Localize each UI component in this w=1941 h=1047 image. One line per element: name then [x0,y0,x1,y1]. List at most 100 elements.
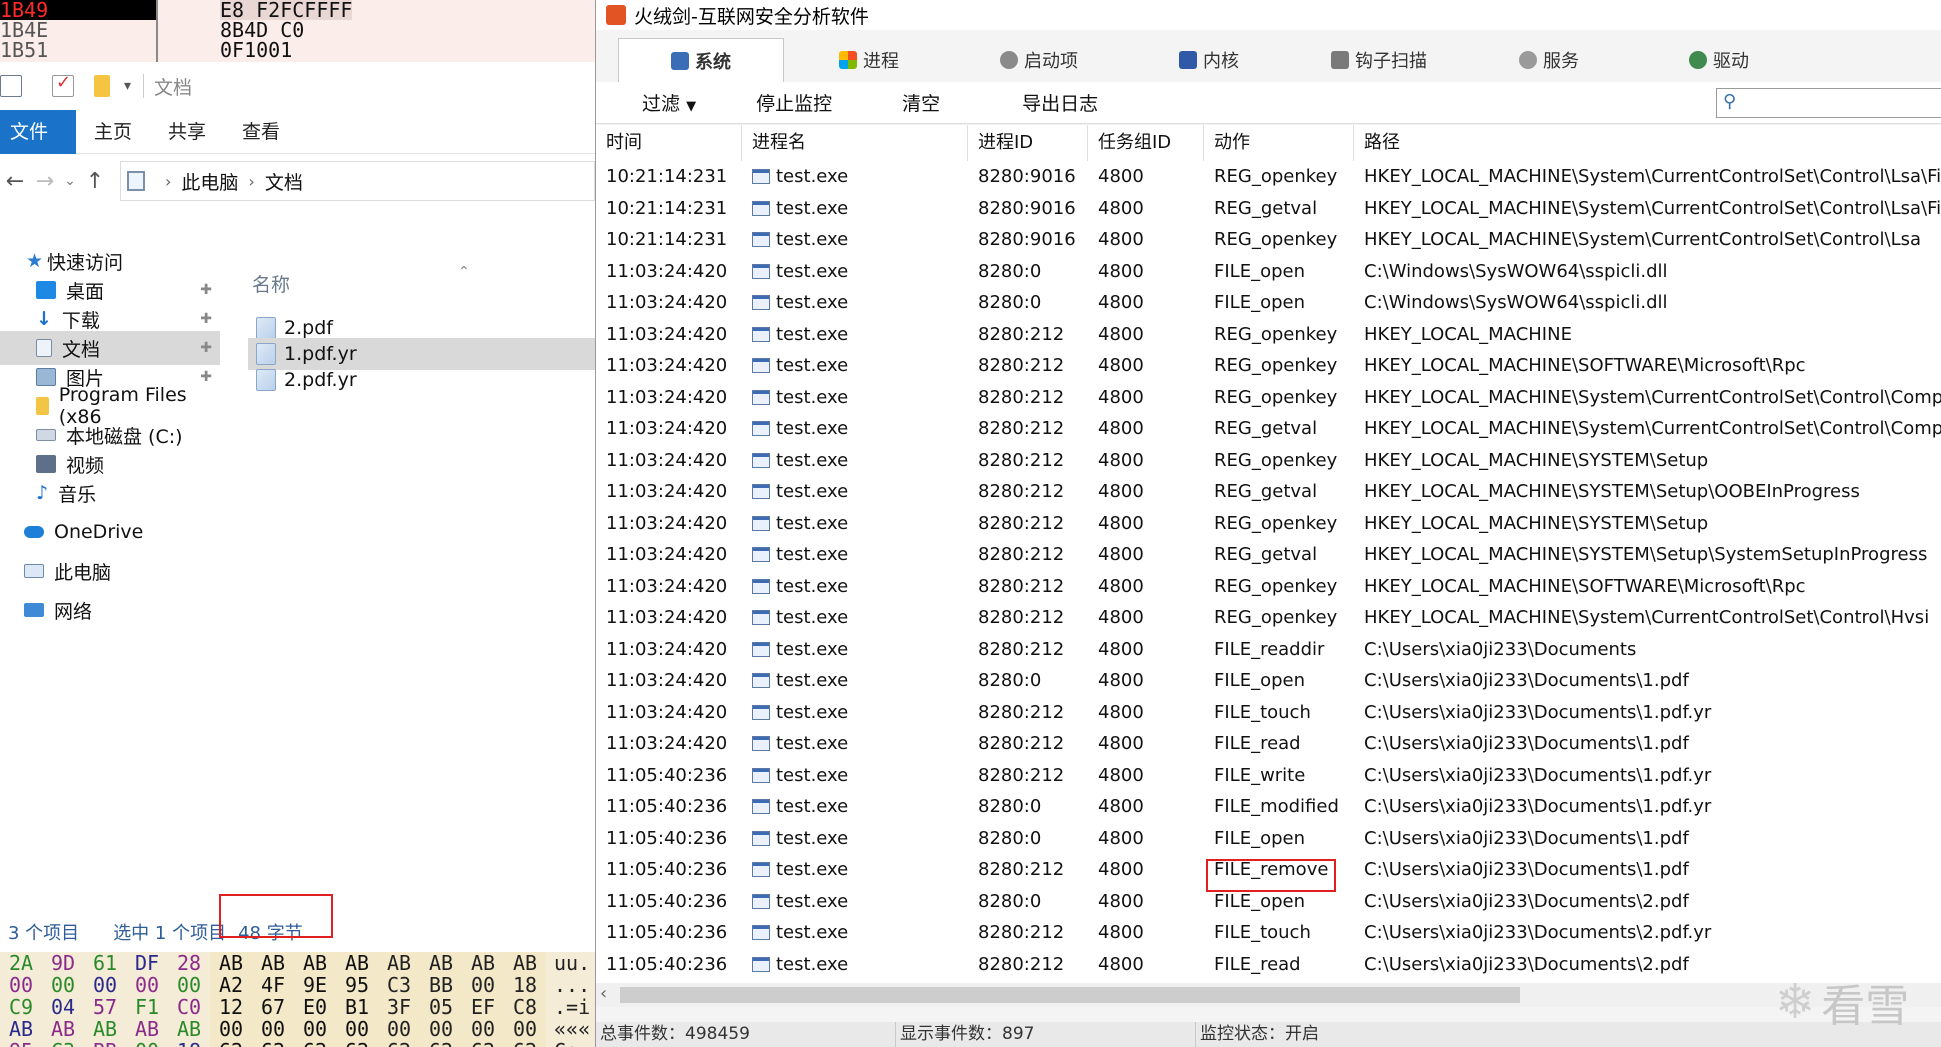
hex-byte[interactable]: C3 [378,974,420,996]
pin-icon[interactable]: ✚ [200,282,212,298]
breadcrumb[interactable]: › 此电脑 › 文档 [120,161,595,201]
back-arrow-icon[interactable]: ← [0,169,30,194]
table-row[interactable]: 11:03:24:420 test.exe 8280:212 4800 REG_getv… [596,539,1941,571]
column-header-job-id[interactable]: 任务组ID [1088,125,1204,161]
hex-byte[interactable]: C8 [504,996,546,1018]
table-row[interactable]: 10:21:14:231 test.exe 8280:9016 4800 REG_ope… [596,161,1941,193]
table-row[interactable]: 10:21:14:231 test.exe 8280:9016 4800 REG_ope… [596,224,1941,256]
hex-byte[interactable]: 62 [378,1040,420,1047]
breadcrumb-documents[interactable]: 文档 [265,168,303,195]
breadcrumb-this-pc[interactable]: 此电脑 [181,168,238,195]
ascii-cell[interactable]: ««« [546,1018,590,1040]
customize-dropdown-icon[interactable]: ▾ [124,78,131,94]
hex-byte[interactable]: 9E [294,974,336,996]
hex-byte[interactable]: AB [168,1018,210,1040]
search-icon[interactable]: ⚲ [1723,91,1736,112]
hex-byte[interactable]: AB [504,952,546,974]
table-row[interactable]: 11:03:24:420 test.exe 8280:212 4800 REG_open… [596,508,1941,540]
hex-byte[interactable]: 2A [0,952,42,974]
column-header-action[interactable]: 动作 [1204,125,1354,161]
table-row[interactable]: 11:05:40:236 test.exe 8280:212 4800 FILE_tou… [596,917,1941,949]
hex-byte[interactable]: B1 [336,996,378,1018]
tab-services[interactable]: 服务 [1464,38,1634,82]
hex-byte[interactable]: 62 [294,1040,336,1047]
hex-row[interactable]: AB AB AB AB AB 00 00 00 00 00 00 00 00 ««« [0,1018,595,1040]
hex-byte[interactable]: 00 [294,1018,336,1040]
checkmark-icon[interactable] [52,72,74,97]
hex-byte[interactable]: 62 [210,1040,252,1047]
chevron-right-icon[interactable]: › [165,172,171,191]
hex-byte[interactable]: 28 [168,952,210,974]
table-row[interactable]: 11:05:40:236 test.exe 8280:212 4800 FILE_wri… [596,760,1941,792]
hex-byte[interactable]: DF [126,952,168,974]
hex-byte[interactable]: 57 [84,996,126,1018]
pin-icon[interactable]: ✚ [200,340,212,356]
table-row[interactable]: 11:03:24:420 test.exe 8280:212 4800 REG_open… [596,382,1941,414]
tab-system[interactable]: 系统 [618,38,784,82]
hex-byte[interactable]: 00 [126,1040,168,1047]
hex-byte[interactable]: A2 [210,974,252,996]
hex-byte[interactable]: AB [210,952,252,974]
hex-byte[interactable]: 00 [462,974,504,996]
hex-byte[interactable]: AB [0,1018,42,1040]
tab-share[interactable]: 共享 [150,110,224,154]
tab-startup[interactable]: 启动项 [954,38,1124,82]
hex-row[interactable]: 2A 9D 61 DF 28 AB AB AB AB AB AB AB AB uu. [0,952,595,974]
hex-byte[interactable]: 3F [378,996,420,1018]
table-row[interactable]: 11:05:40:236 test.exe 8280:0 4800 FILE_modif… [596,791,1941,823]
hex-byte[interactable]: 00 [210,1018,252,1040]
hex-byte[interactable]: EF [462,996,504,1018]
clear-button[interactable]: 清空 [902,89,940,116]
table-row[interactable]: 10:21:14:231 test.exe 8280:9016 4800 REG_get… [596,193,1941,225]
nav-item-music[interactable]: ♪ 音乐 [0,476,220,510]
hex-byte[interactable]: AB [294,952,336,974]
hex-row[interactable]: C9 04 57 F1 C0 12 67 E0 B1 3F 05 EF C8 .=i [0,996,595,1018]
tab-hook-scan[interactable]: 钩子扫描 [1294,38,1464,82]
table-row[interactable]: 11:03:24:420 test.exe 8280:212 4800 FILE_tou… [596,697,1941,729]
table-row[interactable]: 11:03:24:420 test.exe 8280:212 4800 REG_open… [596,602,1941,634]
hex-byte[interactable]: 00 [0,974,42,996]
hex-byte[interactable]: 00 [336,1018,378,1040]
hex-byte[interactable]: 67 [252,996,294,1018]
hex-byte[interactable]: 00 [504,1018,546,1040]
tab-view[interactable]: 查看 [224,110,298,154]
hex-byte[interactable]: 12 [210,996,252,1018]
hex-byte[interactable]: AB [84,1018,126,1040]
hex-byte[interactable]: 61 [84,952,126,974]
filter-button[interactable]: 过滤 ▼ [642,89,696,116]
horizontal-scrollbar[interactable]: ‹ [596,983,1941,1007]
tab-home[interactable]: 主页 [76,110,150,154]
table-row[interactable]: 11:03:24:420 test.exe 8280:0 4800 FILE_open C… [596,256,1941,288]
properties-icon[interactable] [0,75,22,97]
bytes-cell[interactable]: E8 F2FCFFFF [220,0,353,20]
hex-row[interactable]: 00 00 00 00 00 A2 4F 9E 95 C3 BB 00 18... [0,974,595,996]
hex-byte[interactable]: AB [462,952,504,974]
table-row[interactable]: 11:03:24:420 test.exe 8280:212 4800 REG_getv… [596,413,1941,445]
address-cell[interactable]: 1B49 [0,0,156,20]
address-cell[interactable]: 1B4E [0,20,156,40]
column-header-name[interactable]: 名称 [252,270,290,297]
up-arrow-icon[interactable]: ↑ [80,169,110,194]
hex-byte[interactable]: 9D [42,952,84,974]
table-row[interactable]: 11:05:40:236 test.exe 8280:0 4800 FILE_open C… [596,823,1941,855]
hex-byte[interactable]: 95 [336,974,378,996]
new-folder-icon[interactable] [94,75,110,97]
hex-byte[interactable]: 62 [504,1040,546,1047]
hex-byte[interactable]: 04 [42,996,84,1018]
hex-byte[interactable]: 00 [378,1018,420,1040]
hex-byte[interactable]: 62 [420,1040,462,1047]
table-row[interactable]: 11:03:24:420 test.exe 8280:0 4800 FILE_open C… [596,287,1941,319]
hex-row[interactable]: 95C3BB00186262626262626262Ço. [0,1040,595,1047]
hex-byte[interactable]: BB [420,974,462,996]
hex-byte[interactable]: AB [42,1018,84,1040]
hex-byte[interactable]: 62 [336,1040,378,1047]
hex-byte[interactable]: AB [336,952,378,974]
column-header-process[interactable]: 进程名 [742,125,968,161]
table-row[interactable]: 11:03:24:420 test.exe 8280:212 4800 REG_open… [596,445,1941,477]
hex-byte[interactable]: 62 [252,1040,294,1047]
hex-byte[interactable]: F1 [126,996,168,1018]
table-row[interactable]: 11:03:24:420 test.exe 8280:212 4800 REG_open… [596,571,1941,603]
hex-byte[interactable]: 00 [42,974,84,996]
table-row[interactable]: 11:03:24:420 test.exe 8280:212 4800 REG_open… [596,350,1941,382]
hex-byte[interactable]: 18 [504,974,546,996]
